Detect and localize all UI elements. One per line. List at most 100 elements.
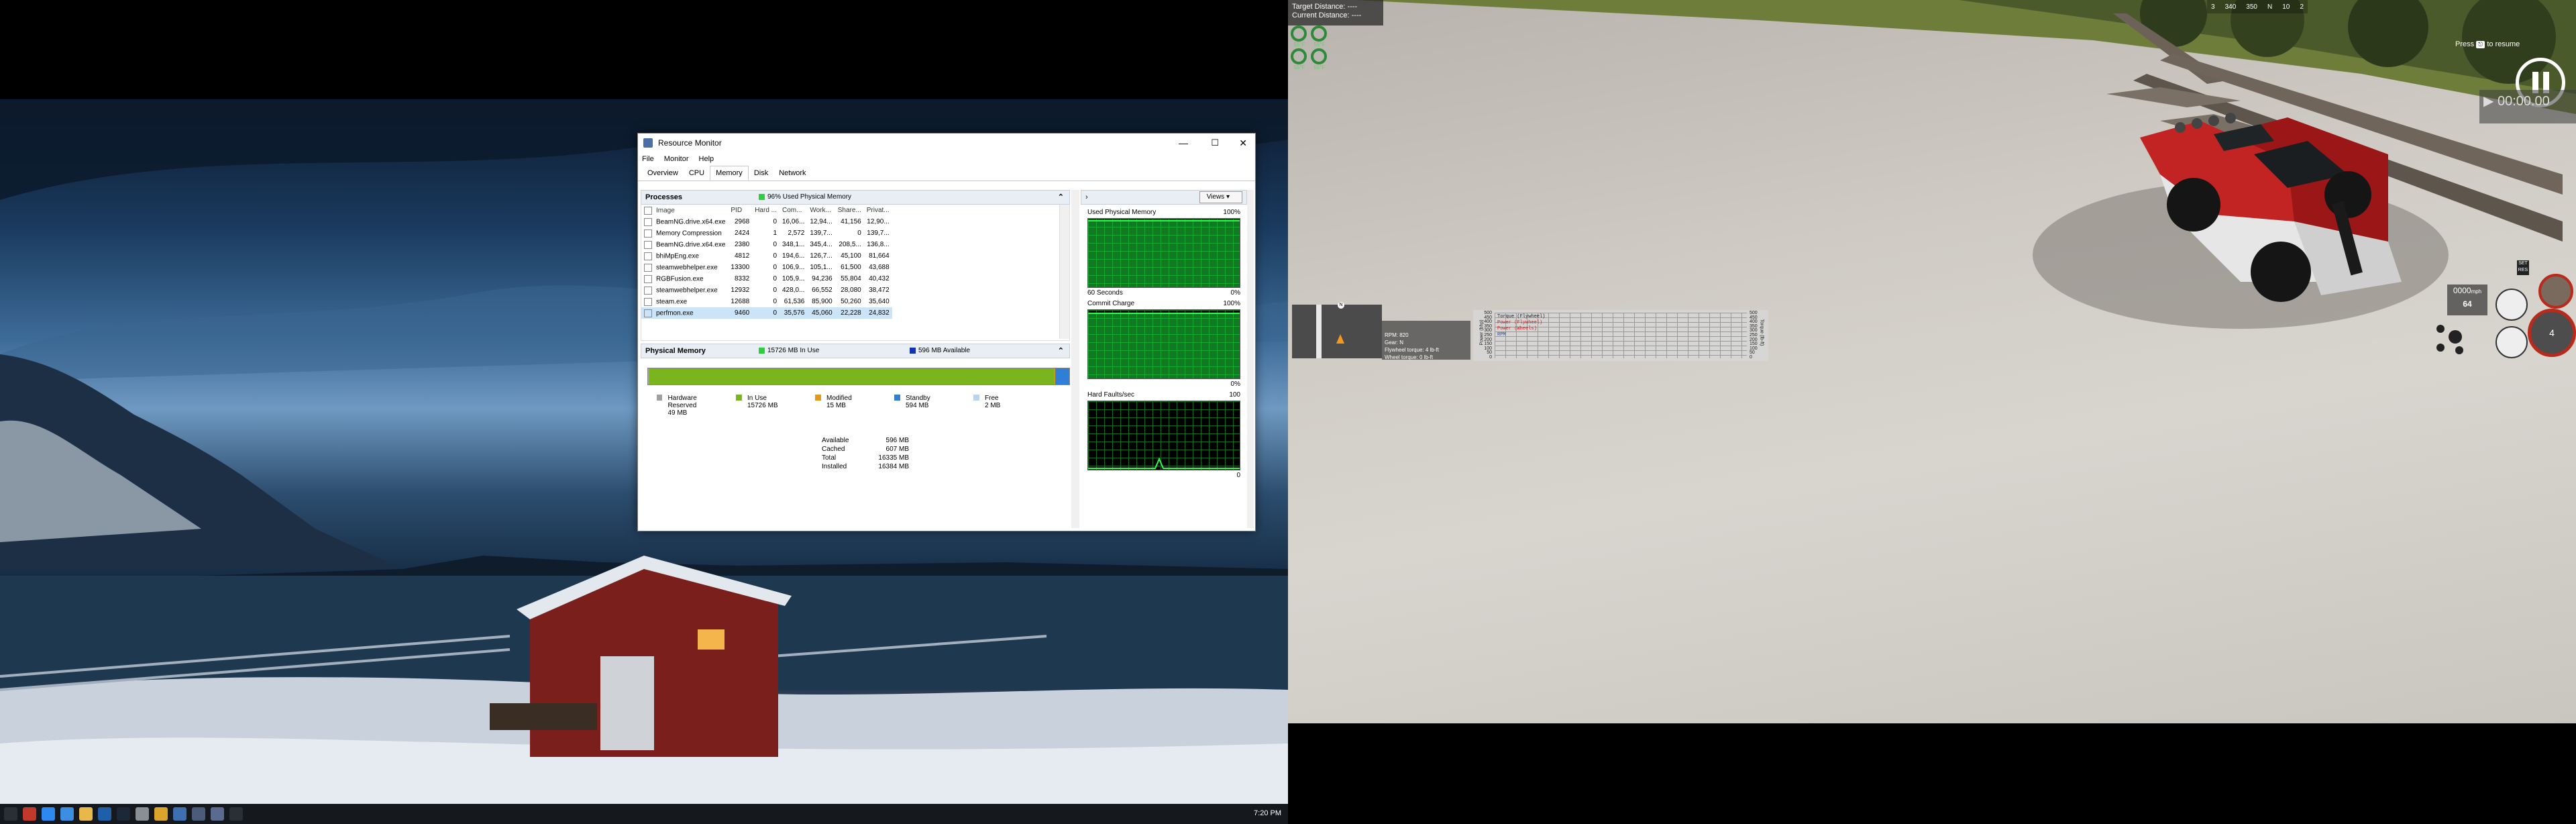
vehicle-mode-icon[interactable] (2496, 289, 2528, 321)
table-row[interactable]: steamwebhelper.exe 12932 0 428,0... 66,552 28… (641, 285, 892, 296)
process-name: steamwebhelper.exe (656, 287, 718, 295)
table-row[interactable]: steam.exe 12688 0 61,536 85,900 50,260 35,640 (641, 296, 892, 307)
tab-bar: Overview CPU Memory Disk Network (638, 166, 1255, 181)
views-dropdown[interactable]: Views ▾ (1199, 191, 1242, 203)
row-checkbox[interactable] (644, 263, 652, 272)
control-icon[interactable] (2436, 325, 2445, 333)
row-checkbox[interactable] (644, 274, 652, 283)
tab-cpu[interactable]: CPU (684, 166, 710, 181)
table-row[interactable]: BeamNG.drive.x64.exe 2380 0 348,1... 345,4..… (641, 239, 892, 250)
process-name: RGBFusion.exe (656, 275, 704, 283)
expand-icon[interactable]: › (1085, 191, 1088, 204)
physical-memory-header[interactable]: Physical Memory 15726 MB In Use 596 MB A… (641, 344, 1070, 358)
table-row[interactable]: BeamNG.drive.x64.exe 2968 0 16,06... 12,94..… (641, 216, 892, 227)
control-icon[interactable] (2436, 344, 2445, 352)
table-cell: 348,1... (782, 241, 805, 248)
memory-stat-label: Cached (822, 446, 845, 453)
vehicle-damage-icon[interactable] (2496, 326, 2528, 358)
app-icon[interactable] (229, 807, 243, 821)
right-axis-title: Torque (lb-ft) (1759, 319, 1764, 346)
menu-file[interactable]: File (642, 155, 654, 163)
select-all-checkbox[interactable] (644, 206, 652, 215)
app-icon[interactable] (23, 807, 36, 821)
compass-tick: 3 (2211, 3, 2215, 11)
taskbar-clock[interactable]: 7:20 PM (1254, 809, 1281, 817)
game-viewport[interactable]: Target Distance: ---- Current Distance: … (1288, 0, 2576, 723)
minimize-icon[interactable]: — (1179, 134, 1188, 152)
collapse-icon[interactable]: ⌃ (1058, 191, 1064, 204)
column-pid[interactable]: PID (728, 205, 752, 216)
table-row[interactable]: steamwebhelper.exe 13300 0 106,9... 105,1...… (641, 262, 892, 273)
close-icon[interactable]: ✕ (1239, 134, 1247, 152)
cruise-set-res-button[interactable]: SET RES (2517, 260, 2529, 275)
memory-bar-segment-standby (1055, 368, 1069, 384)
menu-monitor[interactable]: Monitor (664, 155, 689, 163)
collapse-icon[interactable]: ⌃ (1058, 344, 1064, 358)
replay-panel[interactable]: ▶ 00:00.00 (2479, 90, 2576, 123)
row-checkbox[interactable] (644, 217, 652, 226)
app-icon[interactable] (42, 807, 55, 821)
physical-memory-title: Physical Memory (645, 347, 706, 355)
process-name: bhiMpEng.exe (656, 252, 699, 260)
column-working[interactable]: Work... (807, 205, 835, 216)
table-cell: steamwebhelper.exe (641, 262, 728, 273)
column-private[interactable]: Privat... (864, 205, 892, 216)
table-cell: 55,804 (841, 275, 861, 282)
row-checkbox[interactable] (644, 286, 652, 295)
row-checkbox[interactable] (644, 309, 652, 317)
table-cell: 0 (773, 252, 777, 260)
app-icon[interactable] (173, 807, 186, 821)
resource-monitor-window[interactable]: Resource Monitor — ☐ ✕ File Monitor Help… (637, 133, 1256, 531)
processes-scrollbar[interactable] (1059, 205, 1069, 339)
table-row[interactable]: bhiMpEng.exe 4812 0 194,6... 126,7... 45,100 8… (641, 250, 892, 262)
column-shareable[interactable]: Share... (835, 205, 864, 216)
table-cell: 28,080 (841, 287, 861, 294)
table-cell: 81,664 (869, 252, 890, 260)
table-row[interactable]: RGBFusion.exe 8332 0 105,9... 94,236 55,804 40… (641, 273, 892, 285)
maximize-icon[interactable]: ☐ (1211, 134, 1219, 152)
control-icon[interactable] (2449, 330, 2462, 344)
resource-monitor-taskbar-icon[interactable] (192, 807, 205, 821)
row-checkbox[interactable] (644, 229, 652, 238)
column-header[interactable]: Image (641, 205, 728, 216)
minimap-road (1316, 305, 1322, 358)
folder-icon[interactable] (79, 807, 93, 821)
app-icon[interactable] (154, 807, 168, 821)
row-checkbox[interactable] (644, 240, 652, 249)
column-hard-faults[interactable]: Hard ... (752, 205, 780, 216)
tab-overview[interactable]: Overview (642, 166, 684, 181)
row-checkbox[interactable] (644, 297, 652, 306)
memory-bar-segment-in-use (649, 368, 1055, 384)
table-cell: 2,572 (788, 229, 805, 237)
table-row[interactable]: Memory Compression 2424 1 2,572 139,7... 0 139… (641, 227, 892, 239)
resume-prompt: Press ⎋ to resume (2455, 40, 2520, 48)
menu-help[interactable]: Help (699, 155, 714, 163)
minimap[interactable] (1292, 305, 1382, 358)
app-icon[interactable] (136, 807, 149, 821)
control-icon[interactable] (2455, 346, 2463, 354)
processes-header[interactable]: Processes 96% Used Physical Memory ⌃ (641, 190, 1070, 205)
tab-network[interactable]: Network (773, 166, 811, 181)
start-icon[interactable] (4, 807, 17, 821)
app-icon[interactable] (98, 807, 111, 821)
table-cell: 45,100 (841, 252, 861, 260)
legend-value: 49 MB (667, 409, 688, 417)
memory-stat-value: 16335 MB (878, 454, 909, 462)
steam-icon[interactable] (117, 807, 130, 821)
title-bar[interactable]: Resource Monitor — ☐ ✕ (638, 134, 1255, 152)
app-icon[interactable] (211, 807, 224, 821)
graph-pane-scrollbar[interactable] (1247, 190, 1254, 528)
tab-disk[interactable]: Disk (749, 166, 773, 181)
play-icon[interactable]: ▶ (2483, 94, 2493, 109)
tab-memory[interactable]: Memory (710, 166, 749, 181)
table-cell: BeamNG.drive.x64.exe (641, 216, 728, 227)
app-icon[interactable] (60, 807, 74, 821)
table-row[interactable]: perfmon.exe 9460 0 35,576 45,060 22,228 24,832 (641, 307, 892, 319)
column-commit[interactable]: Com... (780, 205, 807, 216)
process-name: Memory Compression (656, 229, 722, 238)
used-memory-graph-fill (1088, 220, 1240, 287)
tire-gauge-rear-right (1311, 48, 1327, 64)
main-pane-scrollbar[interactable] (1071, 190, 1079, 528)
processes-table-wrap: Image PID Hard ... Com... Work... Share.… (641, 205, 1070, 341)
row-checkbox[interactable] (644, 252, 652, 260)
